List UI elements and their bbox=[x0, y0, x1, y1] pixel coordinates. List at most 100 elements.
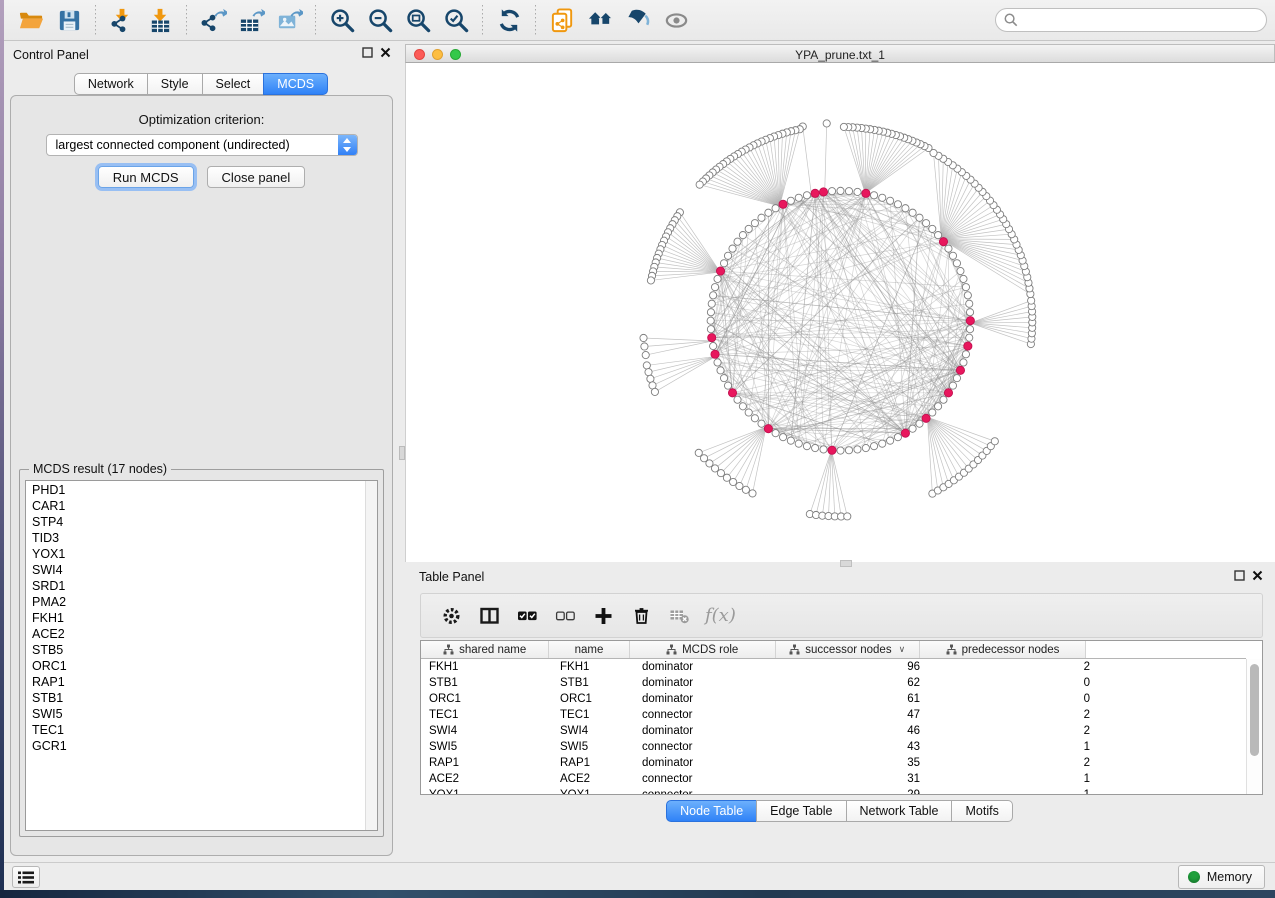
graph-node[interactable] bbox=[960, 275, 967, 282]
graph-node[interactable] bbox=[953, 260, 960, 267]
graph-mcds-node[interactable] bbox=[716, 267, 724, 275]
network-graph[interactable] bbox=[406, 63, 1275, 561]
tab-motifs[interactable]: Motifs bbox=[951, 800, 1012, 822]
graph-node[interactable] bbox=[960, 359, 967, 366]
optimization-criterion-dropdown[interactable]: largest connected component (undirected) bbox=[46, 134, 358, 156]
graph-mcds-node[interactable] bbox=[956, 366, 964, 374]
select-all-checks-button[interactable] bbox=[509, 598, 545, 634]
graph-mcds-node[interactable] bbox=[966, 317, 974, 325]
graph-node[interactable] bbox=[966, 309, 973, 316]
zoom-fit-button[interactable] bbox=[401, 4, 435, 36]
graph-node[interactable] bbox=[758, 214, 765, 221]
mcds-result-item[interactable]: RAP1 bbox=[26, 674, 364, 690]
close-panel-button[interactable]: Close panel bbox=[207, 166, 306, 188]
graph-node[interactable] bbox=[720, 375, 727, 382]
mcds-result-item[interactable]: PHD1 bbox=[26, 482, 364, 498]
run-mcds-button[interactable]: Run MCDS bbox=[98, 166, 194, 188]
graph-node[interactable] bbox=[803, 443, 810, 450]
graph-node[interactable] bbox=[745, 409, 752, 416]
mcds-result-item[interactable]: YOX1 bbox=[26, 546, 364, 562]
table-scrollbar[interactable] bbox=[1246, 659, 1262, 794]
graph-node[interactable] bbox=[647, 375, 654, 382]
graph-mcds-node[interactable] bbox=[728, 389, 736, 397]
graph-node[interactable] bbox=[710, 342, 717, 349]
graph-node[interactable] bbox=[787, 197, 794, 204]
graph-node[interactable] bbox=[734, 396, 741, 403]
graph-node[interactable] bbox=[787, 437, 794, 444]
graph-node[interactable] bbox=[966, 326, 973, 333]
mcds-result-item[interactable]: TID3 bbox=[26, 530, 364, 546]
graph-mcds-node[interactable] bbox=[922, 414, 930, 422]
column-header-name[interactable]: name bbox=[549, 641, 629, 658]
graph-node[interactable] bbox=[736, 482, 743, 489]
graph-node[interactable] bbox=[724, 382, 731, 389]
table-row[interactable]: YOX1YOX1connector291 bbox=[421, 787, 1246, 795]
graph-node[interactable] bbox=[854, 446, 861, 453]
mcds-result-item[interactable]: CAR1 bbox=[26, 498, 364, 514]
table-row[interactable]: STB1STB1dominator620 bbox=[421, 675, 1246, 691]
graph-mcds-node[interactable] bbox=[901, 429, 909, 437]
settings-gear-button[interactable] bbox=[433, 598, 469, 634]
tab-mcds[interactable]: MCDS bbox=[263, 73, 328, 95]
mcds-result-list[interactable]: PHD1CAR1STP4TID3YOX1SWI4SRD1PMA2FKH1ACE2… bbox=[25, 480, 378, 831]
export-table-button[interactable] bbox=[234, 4, 268, 36]
graph-node[interactable] bbox=[1028, 297, 1035, 304]
graph-node[interactable] bbox=[795, 440, 802, 447]
graph-node[interactable] bbox=[717, 367, 724, 374]
close-panel-icon[interactable] bbox=[380, 47, 391, 58]
graph-node[interactable] bbox=[647, 277, 654, 284]
graph-node[interactable] bbox=[953, 375, 960, 382]
close-table-panel-icon[interactable] bbox=[1252, 570, 1263, 581]
graph-node[interactable] bbox=[828, 188, 835, 195]
graph-node[interactable] bbox=[645, 369, 652, 376]
graph-node[interactable] bbox=[845, 447, 852, 454]
graph-node[interactable] bbox=[949, 252, 956, 259]
mcds-result-item[interactable]: SRD1 bbox=[26, 578, 364, 594]
graph-node[interactable] bbox=[749, 490, 756, 497]
show-hidden-button[interactable] bbox=[659, 4, 693, 36]
graph-node[interactable] bbox=[720, 260, 727, 267]
graph-node[interactable] bbox=[795, 194, 802, 201]
graph-node[interactable] bbox=[916, 420, 923, 427]
graph-node[interactable] bbox=[707, 317, 714, 324]
graph-node[interactable] bbox=[916, 214, 923, 221]
graph-node[interactable] bbox=[909, 425, 916, 432]
tab-select[interactable]: Select bbox=[202, 73, 265, 95]
zoom-in-button[interactable] bbox=[325, 4, 359, 36]
graph-node[interactable] bbox=[929, 409, 936, 416]
graph-node[interactable] bbox=[934, 403, 941, 410]
table-row[interactable]: SWI4SWI4dominator462 bbox=[421, 723, 1246, 739]
graph-mcds-node[interactable] bbox=[944, 389, 952, 397]
graph-node[interactable] bbox=[714, 359, 721, 366]
graph-node[interactable] bbox=[934, 232, 941, 239]
graph-node[interactable] bbox=[844, 513, 851, 520]
graph-node[interactable] bbox=[758, 420, 765, 427]
graph-node[interactable] bbox=[724, 252, 731, 259]
graph-node[interactable] bbox=[772, 205, 779, 212]
graph-node[interactable] bbox=[729, 245, 736, 252]
graph-mcds-node[interactable] bbox=[811, 189, 819, 197]
mcds-result-scrollbar[interactable] bbox=[365, 481, 377, 830]
split-panel-button[interactable] bbox=[471, 598, 507, 634]
graph-node[interactable] bbox=[966, 334, 973, 341]
graph-node[interactable] bbox=[894, 434, 901, 441]
graph-node[interactable] bbox=[879, 440, 886, 447]
table-row[interactable]: TEC1TEC1connector472 bbox=[421, 707, 1246, 723]
graph-node[interactable] bbox=[837, 447, 844, 454]
graph-node[interactable] bbox=[957, 267, 964, 274]
graph-node[interactable] bbox=[966, 300, 973, 307]
float-panel-icon[interactable] bbox=[362, 47, 373, 58]
graph-node[interactable] bbox=[717, 470, 724, 477]
graph-node[interactable] bbox=[707, 309, 714, 316]
graph-node[interactable] bbox=[870, 443, 877, 450]
network-canvas[interactable] bbox=[405, 63, 1275, 562]
graph-node[interactable] bbox=[640, 334, 647, 341]
mcds-result-item[interactable]: TEC1 bbox=[26, 722, 364, 738]
graph-node[interactable] bbox=[734, 238, 741, 245]
graph-node[interactable] bbox=[751, 220, 758, 227]
search-input[interactable] bbox=[995, 8, 1267, 32]
export-image-button[interactable] bbox=[272, 4, 306, 36]
column-header-MCDS-role[interactable]: MCDS role bbox=[630, 641, 776, 658]
graph-node[interactable] bbox=[812, 444, 819, 451]
table-scrollbar-thumb[interactable] bbox=[1250, 664, 1259, 756]
